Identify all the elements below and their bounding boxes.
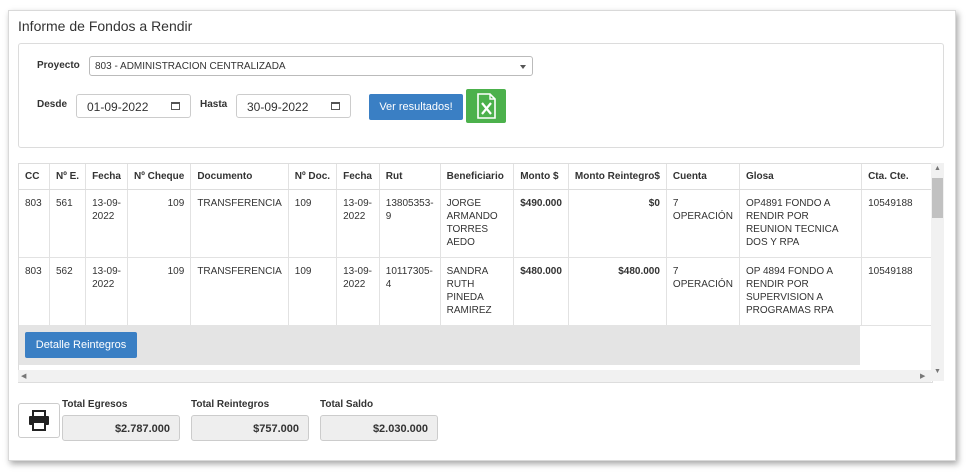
- results-table: CC Nº E. Fecha Nº Cheque Documento Nº Do…: [19, 164, 932, 326]
- scroll-down-icon[interactable]: ▼: [934, 368, 941, 375]
- cell-rut: 13805353-9: [379, 189, 441, 258]
- col-cheque[interactable]: Nº Cheque: [127, 164, 192, 190]
- cell-ndoc: 109: [288, 189, 338, 258]
- excel-export-button[interactable]: [466, 89, 506, 123]
- cell-ctacte: 10549188: [861, 189, 932, 258]
- scroll-left-icon[interactable]: ◀: [21, 372, 26, 380]
- cell-beneficiario: SANDRA RUTH PINEDA RAMIREZ: [440, 257, 515, 326]
- cell-documento: TRANSFERENCIA: [190, 189, 289, 258]
- col-beneficiario[interactable]: Beneficiario: [440, 164, 515, 190]
- cell-fecha2: 13-09-2022: [336, 189, 380, 258]
- printer-icon: [29, 410, 49, 431]
- col-fecha[interactable]: Fecha: [85, 164, 128, 190]
- table-row[interactable]: 803 561 13-09-2022 109 TRANSFERENCIA 109…: [19, 189, 932, 258]
- cell-glosa: OP4891 FONDO A RENDIR POR REUNION TECNIC…: [739, 189, 863, 258]
- scroll-right-icon[interactable]: ▶: [920, 372, 925, 380]
- cell-cheque: 109: [127, 257, 192, 326]
- vertical-scrollbar[interactable]: ▲ ▼: [931, 163, 944, 381]
- cell-fecha: 13-09-2022: [85, 257, 128, 326]
- col-monto[interactable]: Monto $: [513, 164, 569, 190]
- cell-reintegro: $0: [568, 189, 667, 258]
- cell-ne: 561: [49, 189, 87, 258]
- col-documento[interactable]: Documento: [190, 164, 289, 190]
- cell-beneficiario: JORGE ARMANDO TORRES AEDO: [440, 189, 515, 258]
- col-ndoc[interactable]: Nº Doc.: [288, 164, 338, 190]
- scrollbar-thumb[interactable]: [932, 178, 943, 218]
- col-ctacte[interactable]: Cta. Cte.: [861, 164, 932, 190]
- cell-fecha2: 13-09-2022: [336, 257, 380, 326]
- col-fecha2[interactable]: Fecha: [336, 164, 380, 190]
- filter-box: Proyecto 803 - ADMINISTRACION CENTRALIZA…: [18, 43, 944, 148]
- scroll-up-icon[interactable]: ▲: [934, 165, 941, 172]
- print-button[interactable]: [18, 403, 60, 438]
- col-reintegro[interactable]: Monto Reintegro$: [568, 164, 667, 190]
- desde-label: Desde: [37, 99, 68, 110]
- horizontal-scrollbar[interactable]: ◀ ▶: [18, 370, 931, 382]
- calendar-icon[interactable]: [171, 102, 180, 110]
- cell-cuenta: 7 OPERACIÓN: [666, 257, 740, 326]
- cell-cc: 803: [19, 257, 50, 326]
- cell-rut: 10117305-4: [379, 257, 441, 326]
- col-rut[interactable]: Rut: [379, 164, 441, 190]
- col-glosa[interactable]: Glosa: [739, 164, 863, 190]
- proyecto-value: 803 - ADMINISTRACION CENTRALIZADA: [95, 61, 286, 72]
- cell-fecha: 13-09-2022: [85, 189, 128, 258]
- ver-resultados-button[interactable]: Ver resultados!: [369, 94, 463, 120]
- calendar-icon[interactable]: [331, 102, 340, 110]
- detalle-row: Detalle Reintegros: [19, 325, 860, 365]
- proyecto-select[interactable]: 803 - ADMINISTRACION CENTRALIZADA: [89, 56, 533, 76]
- cell-cheque: 109: [127, 189, 192, 258]
- desde-date-input[interactable]: 01-09-2022: [76, 94, 191, 118]
- cell-cuenta: 7 OPERACIÓN: [666, 189, 740, 258]
- cell-cc: 803: [19, 189, 50, 258]
- col-cuenta[interactable]: Cuenta: [666, 164, 740, 190]
- col-ne[interactable]: Nº E.: [49, 164, 87, 190]
- total-saldo-value: $2.030.000: [320, 415, 438, 441]
- excel-file-icon: [477, 93, 496, 119]
- chevron-down-icon: [520, 65, 526, 69]
- hasta-label: Hasta: [200, 99, 228, 110]
- table-header-row: CC Nº E. Fecha Nº Cheque Documento Nº Do…: [19, 164, 932, 190]
- cell-ne: 562: [49, 257, 87, 326]
- desde-value: 01-09-2022: [87, 100, 149, 114]
- cell-documento: TRANSFERENCIA: [190, 257, 289, 326]
- cell-reintegro: $480.000: [568, 257, 667, 326]
- page-title: Informe de Fondos a Rendir: [18, 18, 193, 34]
- total-saldo-label: Total Saldo: [320, 399, 374, 410]
- detalle-reintegros-button[interactable]: Detalle Reintegros: [25, 332, 137, 358]
- total-egresos-label: Total Egresos: [62, 399, 128, 410]
- table-row[interactable]: 803 562 13-09-2022 109 TRANSFERENCIA 109…: [19, 257, 932, 326]
- cell-glosa: OP 4894 FONDO A RENDIR POR SUPERVISION A…: [739, 257, 863, 326]
- hasta-date-input[interactable]: 30-09-2022: [236, 94, 351, 118]
- cell-ndoc: 109: [288, 257, 338, 326]
- proyecto-label: Proyecto: [37, 60, 80, 71]
- total-reintegros-label: Total Reintegros: [191, 399, 270, 410]
- total-reintegros-value: $757.000: [191, 415, 309, 441]
- cell-monto: $480.000: [513, 257, 569, 326]
- results-grid: CC Nº E. Fecha Nº Cheque Documento Nº Do…: [18, 163, 933, 383]
- cell-ctacte: 10549188: [861, 257, 932, 326]
- report-panel: Informe de Fondos a Rendir Proyecto 803 …: [8, 10, 956, 461]
- total-egresos-value: $2.787.000: [62, 415, 180, 441]
- hasta-value: 30-09-2022: [247, 100, 309, 114]
- cell-monto: $490.000: [513, 189, 569, 258]
- col-cc[interactable]: CC: [19, 164, 50, 190]
